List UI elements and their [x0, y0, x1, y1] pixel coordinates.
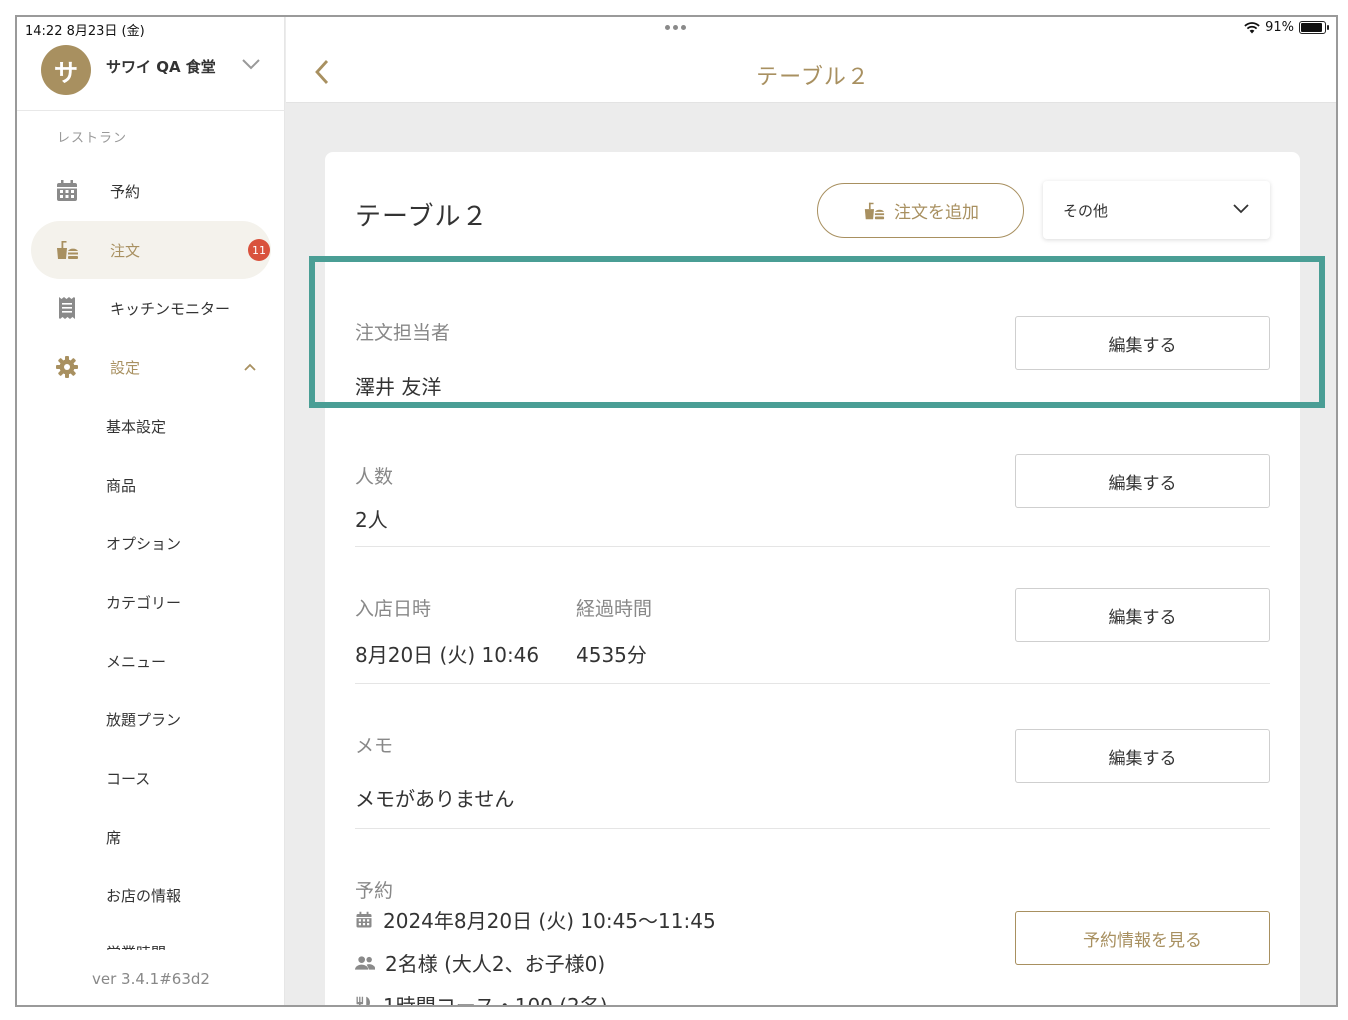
entry-time-value: 8月20日 (火) 10:46 — [355, 643, 540, 667]
settings-item-business-hours[interactable]: 営業時間 — [106, 942, 166, 950]
order-count-badge: 11 — [248, 239, 270, 261]
divider — [355, 683, 1270, 684]
battery-icon — [1299, 21, 1329, 34]
section-label-restaurant: レストラン — [57, 131, 128, 146]
people-icon — [355, 955, 375, 970]
app-version: ver 3.4.1#63d2 — [92, 970, 210, 988]
food-order-icon — [864, 202, 885, 219]
store-switcher[interactable]: サ サワイ QA 食堂 — [17, 41, 285, 111]
calendar-icon — [356, 911, 372, 927]
chevron-down-icon — [1233, 204, 1249, 214]
sidebar: サ サワイ QA 食堂 レストラン 予約 注文 11 キッチンモニター 設定 基… — [17, 17, 285, 1005]
settings-item-store-info[interactable]: お店の情報 — [106, 885, 181, 906]
battery-percent: 91% — [1265, 20, 1294, 35]
sidebar-item-label: キッチンモニター — [110, 299, 231, 318]
reservation-guests-text: 2名様 (大人2、お子様0) — [385, 952, 606, 976]
card-title: テーブル２ — [355, 202, 489, 232]
sidebar-item-label: 予約 — [110, 182, 141, 201]
elapsed-time-label: 経過時間 — [576, 598, 653, 620]
highlight-box — [309, 256, 1325, 408]
sidebar-item-orders[interactable]: 注文 11 — [31, 221, 271, 279]
gear-icon — [56, 356, 78, 378]
settings-item-all-you-can-plans[interactable]: 放題プラン — [106, 709, 181, 730]
divider — [355, 546, 1270, 547]
people-label: 人数 — [355, 466, 394, 488]
sidebar-item-kitchen-monitor[interactable]: キッチンモニター — [31, 279, 271, 337]
reservation-datetime: 2024年8月20日 (火) 10:45〜11:45 — [355, 905, 716, 934]
multitask-dots-icon[interactable] — [665, 25, 686, 30]
store-name: サワイ QA 食堂 — [106, 58, 216, 76]
calendar-icon — [57, 180, 77, 201]
store-avatar: サ — [41, 45, 91, 95]
receipt-icon — [59, 297, 75, 319]
settings-item-basic[interactable]: 基本設定 — [106, 416, 166, 437]
cutlery-icon — [356, 996, 370, 1005]
edit-entry-time-button[interactable]: 編集する — [1015, 588, 1270, 642]
settings-item-products[interactable]: 商品 — [106, 475, 136, 496]
entry-time-label: 入店日時 — [355, 598, 432, 620]
status-time: 14:22 8月23日 (金) — [25, 24, 145, 39]
elapsed-time-value: 4535分 — [576, 643, 647, 667]
add-order-button[interactable]: 注文を追加 — [817, 183, 1024, 238]
settings-item-options[interactable]: オプション — [106, 533, 181, 554]
page-title: テーブル２ — [756, 65, 870, 90]
edit-people-button[interactable]: 編集する — [1015, 454, 1270, 508]
reservation-label: 予約 — [355, 880, 394, 902]
settings-item-menu[interactable]: メニュー — [106, 651, 166, 672]
edit-memo-button[interactable]: 編集する — [1015, 729, 1270, 783]
sidebar-item-settings[interactable]: 設定 — [31, 338, 271, 396]
divider — [355, 828, 1270, 829]
food-order-icon — [57, 241, 78, 259]
add-order-label: 注文を追加 — [894, 203, 979, 223]
other-actions-value: その他 — [1063, 202, 1109, 220]
settings-item-seats[interactable]: 席 — [106, 827, 121, 848]
memo-label: メモ — [355, 735, 394, 757]
memo-value: メモがありません — [355, 787, 515, 811]
ipad-screen: 14:22 8月23日 (金) 91% サ サワイ QA 食堂 レストラン 予約… — [15, 15, 1338, 1007]
chevron-down-icon — [242, 59, 260, 70]
chevron-up-icon — [244, 363, 256, 371]
view-reservation-button[interactable]: 予約情報を見る — [1015, 911, 1270, 965]
other-actions-select[interactable]: その他 — [1043, 181, 1270, 239]
reservation-guests: 2名様 (大人2、お子様0) — [355, 948, 605, 977]
settings-item-categories[interactable]: カテゴリー — [106, 592, 181, 613]
wifi-icon — [1244, 21, 1260, 33]
settings-item-courses[interactable]: コース — [106, 768, 150, 789]
reservation-datetime-text: 2024年8月20日 (火) 10:45〜11:45 — [383, 909, 716, 933]
sidebar-item-label: 設定 — [110, 358, 141, 377]
sidebar-item-reservations[interactable]: 予約 — [31, 162, 271, 220]
sidebar-item-label: 注文 — [110, 241, 141, 260]
status-bar: 14:22 8月23日 (金) 91% — [17, 17, 1336, 41]
people-value: 2人 — [355, 508, 388, 532]
